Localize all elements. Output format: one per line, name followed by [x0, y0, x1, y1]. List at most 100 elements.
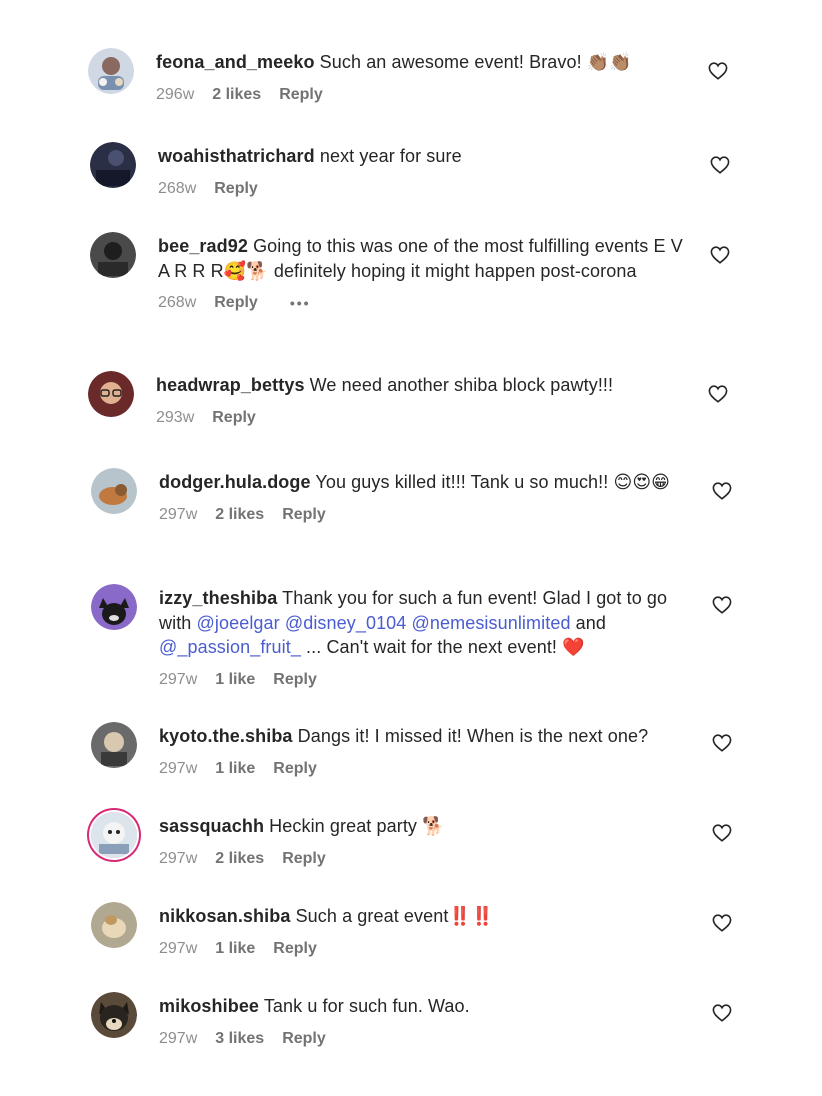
- avatar[interactable]: [91, 992, 137, 1038]
- comment-likes[interactable]: 1 like: [215, 940, 255, 958]
- comment-meta: 268w Reply: [158, 180, 698, 198]
- comment-username[interactable]: bee_rad92: [158, 236, 248, 256]
- comment-username[interactable]: feona_and_meeko: [156, 52, 315, 72]
- comment-text: headwrap_bettys We need another shiba bl…: [156, 373, 696, 398]
- heart-icon[interactable]: [710, 156, 730, 174]
- comment-time[interactable]: 297w: [159, 940, 197, 958]
- avatar[interactable]: [91, 812, 137, 858]
- comment-time[interactable]: 297w: [159, 760, 197, 778]
- comment-time[interactable]: 297w: [159, 671, 197, 689]
- reply-button[interactable]: Reply: [214, 180, 258, 198]
- heart-icon[interactable]: [712, 734, 732, 752]
- reply-button[interactable]: Reply: [214, 294, 258, 312]
- heart-icon[interactable]: [712, 596, 732, 614]
- comment-likes[interactable]: 2 likes: [215, 850, 264, 868]
- comment-message: Such a great event‼️‼️: [295, 906, 494, 926]
- mention-link[interactable]: @disney_0104: [285, 613, 407, 633]
- comment-body: sassquachh Heckin great party 🐕 297w 2 l…: [159, 814, 699, 868]
- avatar[interactable]: [91, 722, 137, 768]
- comment-meta: 296w 2 likes Reply: [156, 86, 696, 104]
- avatar[interactable]: [91, 468, 137, 514]
- reply-button[interactable]: Reply: [282, 1030, 326, 1048]
- comment-message: and: [570, 612, 606, 633]
- avatar[interactable]: [88, 48, 134, 94]
- comment-likes[interactable]: 2 likes: [212, 86, 261, 104]
- avatar[interactable]: [91, 902, 137, 948]
- heart-icon[interactable]: [708, 62, 728, 80]
- comment-text: feona_and_meeko Such an awesome event! B…: [156, 50, 696, 75]
- comment-body: kyoto.the.shiba Dangs it! I missed it! W…: [159, 724, 699, 778]
- comment-meta: 297w 2 likes Reply: [159, 850, 699, 868]
- mention-link[interactable]: @joeelgar: [197, 613, 280, 633]
- comment-text: nikkosan.shiba Such a great event‼️‼️: [159, 904, 699, 929]
- comment-likes[interactable]: 1 like: [215, 671, 255, 689]
- comment-username[interactable]: headwrap_bettys: [156, 375, 305, 395]
- comment-message: Such an awesome event! Bravo! 👏🏽👏🏽: [319, 52, 632, 72]
- heart-icon[interactable]: [712, 1004, 732, 1022]
- reply-button[interactable]: Reply: [282, 850, 326, 868]
- comment-message: Dangs it! I missed it! When is the next …: [297, 726, 649, 746]
- reply-button[interactable]: Reply: [273, 940, 317, 958]
- comment-meta: 297w 1 like Reply: [159, 760, 699, 778]
- comment-message: next year for sure: [319, 146, 462, 166]
- comment-text: bee_rad92 Going to this was one of the m…: [158, 234, 698, 283]
- reply-button[interactable]: Reply: [279, 86, 323, 104]
- comment-body: feona_and_meeko Such an awesome event! B…: [156, 50, 696, 104]
- reply-button[interactable]: Reply: [282, 506, 326, 524]
- comment-meta: 268w Reply •••: [158, 294, 698, 312]
- comment-username[interactable]: kyoto.the.shiba: [159, 726, 293, 746]
- comment-meta: 297w 2 likes Reply: [159, 506, 699, 524]
- comment-username[interactable]: sassquachh: [159, 816, 264, 836]
- comment-username[interactable]: mikoshibee: [159, 996, 259, 1016]
- avatar[interactable]: [90, 142, 136, 188]
- comment-meta: 297w 1 like Reply: [159, 940, 699, 958]
- comment-text: dodger.hula.doge You guys killed it!!! T…: [159, 470, 699, 495]
- mention-link[interactable]: @nemesisunlimited: [412, 613, 571, 633]
- heart-icon[interactable]: [708, 385, 728, 403]
- comment-body: bee_rad92 Going to this was one of the m…: [158, 234, 698, 312]
- heart-icon[interactable]: [710, 246, 730, 264]
- avatar[interactable]: [90, 232, 136, 278]
- comment-text: woahisthatrichard next year for sure: [158, 144, 698, 169]
- comment-body: mikoshibee Tank u for such fun. Wao. 297…: [159, 994, 699, 1048]
- avatar[interactable]: [91, 584, 137, 630]
- comment-username[interactable]: woahisthatrichard: [158, 146, 315, 166]
- comment-message: Tank u for such fun. Wao.: [263, 996, 470, 1016]
- comment-body: woahisthatrichard next year for sure 268…: [158, 144, 698, 198]
- comment-body: headwrap_bettys We need another shiba bl…: [156, 373, 696, 427]
- reply-button[interactable]: Reply: [212, 409, 256, 427]
- comment-time[interactable]: 268w: [158, 180, 196, 198]
- comment-time[interactable]: 297w: [159, 1030, 197, 1048]
- comment-message: ... Can't wait for the next event! ❤️: [300, 637, 585, 657]
- comment-meta: 297w 1 like Reply: [159, 671, 699, 689]
- comment-time[interactable]: 293w: [156, 409, 194, 427]
- comments-list: feona_and_meeko Such an awesome event! B…: [0, 0, 822, 1096]
- more-options-icon[interactable]: •••: [290, 295, 311, 311]
- comment-time[interactable]: 297w: [159, 850, 197, 868]
- heart-icon[interactable]: [712, 914, 732, 932]
- comment-body: dodger.hula.doge You guys killed it!!! T…: [159, 470, 699, 524]
- heart-icon[interactable]: [712, 482, 732, 500]
- comment-likes[interactable]: 1 like: [215, 760, 255, 778]
- comment-text: mikoshibee Tank u for such fun. Wao.: [159, 994, 699, 1019]
- comment-username[interactable]: izzy_theshiba: [159, 588, 277, 608]
- reply-button[interactable]: Reply: [273, 760, 317, 778]
- comment-message: We need another shiba block pawty!!!: [309, 375, 614, 395]
- comment-time[interactable]: 296w: [156, 86, 194, 104]
- comment-meta: 297w 3 likes Reply: [159, 1030, 699, 1048]
- comment-time[interactable]: 297w: [159, 506, 197, 524]
- comment-username[interactable]: dodger.hula.doge: [159, 472, 311, 492]
- comment-body: nikkosan.shiba Such a great event‼️‼️ 29…: [159, 904, 699, 958]
- comment-text: izzy_theshiba Thank you for such a fun e…: [159, 586, 699, 660]
- comment-username[interactable]: nikkosan.shiba: [159, 906, 290, 926]
- comment-text: kyoto.the.shiba Dangs it! I missed it! W…: [159, 724, 699, 749]
- avatar[interactable]: [88, 371, 134, 417]
- comment-body: izzy_theshiba Thank you for such a fun e…: [159, 586, 699, 689]
- mention-link[interactable]: @_passion_fruit_: [159, 637, 301, 657]
- comment-likes[interactable]: 2 likes: [215, 506, 264, 524]
- comment-meta: 293w Reply: [156, 409, 696, 427]
- heart-icon[interactable]: [712, 824, 732, 842]
- comment-time[interactable]: 268w: [158, 294, 196, 312]
- reply-button[interactable]: Reply: [273, 671, 317, 689]
- comment-likes[interactable]: 3 likes: [215, 1030, 264, 1048]
